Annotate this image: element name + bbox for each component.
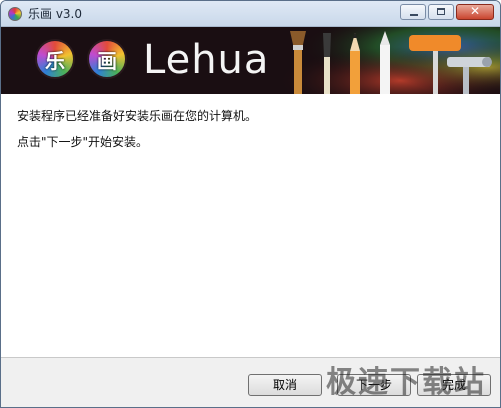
logo-mark-le: 乐	[35, 39, 75, 79]
window-title: 乐画 v3.0	[28, 7, 83, 21]
close-button[interactable]: ✕	[456, 4, 494, 20]
button-bar: 取消 下一步 完成	[1, 357, 500, 407]
instruction-message: 点击"下一步"开始安装。	[17, 135, 149, 149]
logo-mark-hua: 画	[87, 39, 127, 79]
ready-message: 安装程序已经准备好安装乐画在您的计算机。	[17, 109, 258, 123]
minimize-button[interactable]	[400, 4, 426, 20]
finish-button[interactable]: 完成	[417, 374, 491, 396]
lehua-app-icon	[8, 6, 22, 21]
next-button[interactable]: 下一步	[337, 374, 411, 396]
cancel-button[interactable]: 取消	[248, 374, 322, 396]
maximize-icon	[437, 8, 445, 15]
title-bar[interactable]: 乐画 v3.0 ✕	[1, 1, 500, 27]
close-icon: ✕	[469, 4, 481, 18]
maximize-button[interactable]	[428, 4, 454, 20]
fine-brush-icon	[323, 33, 331, 94]
installer-window: 乐画 v3.0 ✕ 乐 画 Lehua 安装程序已经准备好安装乐画在您的计算机。…	[0, 0, 501, 408]
window-controls: ✕	[400, 4, 494, 20]
minimize-icon	[410, 14, 418, 16]
header-banner: 乐 画 Lehua	[1, 27, 500, 94]
brand-logo-text: Lehua	[143, 37, 270, 83]
